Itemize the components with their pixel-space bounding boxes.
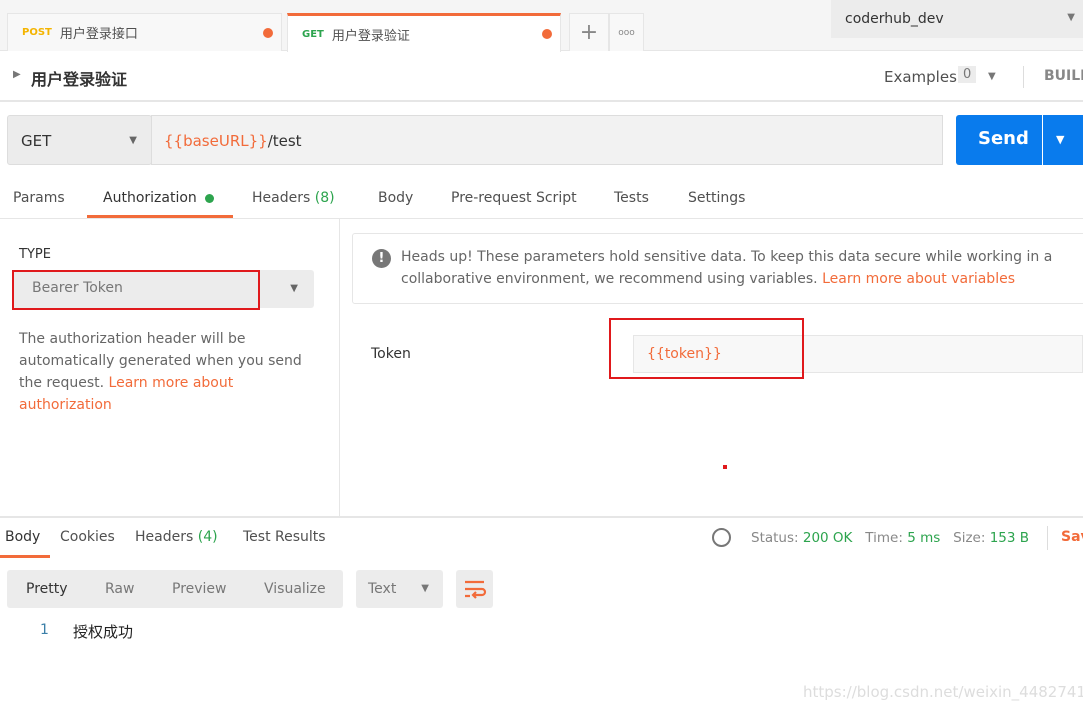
send-options-button[interactable]: ▼ [1043, 115, 1083, 165]
resp-tab-test-results[interactable]: Test Results [243, 529, 326, 545]
unsaved-dot-icon [263, 27, 273, 38]
new-tab-button[interactable]: + [569, 13, 609, 51]
divider [1023, 66, 1024, 88]
time-label: Time: [865, 530, 903, 546]
view-raw[interactable]: Raw [105, 581, 134, 597]
tab-title: 用户登录接口 [59, 27, 138, 42]
tab-params[interactable]: Params [13, 190, 65, 206]
active-dot-icon [205, 194, 214, 203]
view-preview[interactable]: Preview [172, 581, 227, 597]
tab-body[interactable]: Body [378, 190, 413, 206]
format-select[interactable]: Text ▼ [356, 570, 443, 608]
active-tab-indicator [0, 555, 50, 558]
highlight-box [12, 270, 260, 310]
send-button[interactable]: Send [956, 115, 1042, 165]
environment-name: coderhub_dev [845, 11, 944, 27]
divider [339, 219, 340, 517]
caret-right-icon[interactable]: ▶ [13, 69, 21, 80]
chevron-down-icon[interactable]: ▼ [988, 71, 996, 82]
tab-headers[interactable]: Headers (8) [252, 190, 335, 206]
tab-prerequest-script[interactable]: Pre-request Script [451, 190, 577, 206]
view-visualize[interactable]: Visualize [264, 581, 326, 597]
notice-text: Heads up! These parameters hold sensitiv… [401, 246, 1083, 290]
type-label: TYPE [19, 247, 51, 262]
active-tab-indicator [87, 215, 233, 218]
tab-label: Headers [135, 529, 194, 545]
format-value: Text [368, 581, 397, 597]
divider [1047, 526, 1048, 550]
resp-tab-body[interactable]: Body [5, 529, 40, 545]
environment-select[interactable]: coderhub_dev ▼ [831, 0, 1083, 38]
save-response-button[interactable]: Save [1061, 529, 1083, 545]
resp-tab-cookies[interactable]: Cookies [60, 529, 115, 545]
wrap-lines-button[interactable] [456, 570, 493, 608]
method-select[interactable]: GET ▼ [7, 115, 152, 165]
tab-tests[interactable]: Tests [614, 190, 649, 206]
resp-tab-headers[interactable]: Headers (4) [135, 529, 218, 545]
examples-button[interactable]: Examples [884, 68, 957, 86]
method-label: GET [302, 28, 324, 40]
info-icon: ! [372, 249, 391, 268]
unsaved-dot-icon [542, 29, 552, 39]
size-label: Size: [953, 530, 986, 546]
red-mark [723, 465, 727, 469]
learn-more-variables-link[interactable]: Learn more about variables [822, 271, 1015, 287]
url-variable: {{baseURL}} [164, 132, 268, 150]
view-pretty[interactable]: Pretty [26, 581, 68, 597]
time-value: 5 ms [907, 530, 941, 546]
more-icon: ooo [618, 27, 635, 38]
tab-authorization[interactable]: Authorization [103, 190, 197, 206]
headers-count: (4) [197, 529, 218, 545]
line-number: 1 [40, 622, 49, 638]
build-tab[interactable]: BUILD [1044, 68, 1083, 84]
response-body-text: 授权成功 [73, 623, 134, 641]
divider [0, 516, 1083, 518]
tab-get-verify[interactable]: GET 用户登录验证 [287, 13, 561, 52]
globe-icon[interactable] [712, 528, 731, 547]
examples-count: 0 [958, 66, 977, 83]
status-value: 200 OK [802, 530, 853, 546]
auth-description: The authorization header will be automat… [19, 328, 319, 416]
chevron-down-icon: ▼ [290, 283, 298, 294]
headers-count: (8) [314, 190, 335, 206]
tab-label: Headers [252, 190, 311, 206]
tab-settings[interactable]: Settings [688, 190, 745, 206]
chevron-down-icon: ▼ [1056, 133, 1065, 146]
divider [0, 218, 1083, 219]
url-input[interactable]: {{baseURL}}/test [151, 115, 943, 165]
more-tabs-button[interactable]: ooo [609, 13, 644, 51]
chevron-down-icon: ▼ [1067, 12, 1075, 23]
watermark: https://blog.csdn.net/weixin_44827418 [803, 683, 1083, 701]
response-meta: Status: 200 OK Time: 5 ms Size: 153 B [751, 530, 1029, 546]
method-label: POST [22, 27, 52, 38]
plus-icon: + [579, 20, 599, 45]
chevron-down-icon: ▼ [129, 135, 137, 146]
method-value: GET [21, 132, 52, 150]
status-label: Status: [751, 530, 799, 546]
url-path: /test [267, 132, 302, 150]
token-label: Token [371, 346, 411, 362]
size-value: 153 B [989, 530, 1030, 546]
request-name[interactable]: 用户登录验证 [31, 66, 127, 90]
chevron-down-icon: ▼ [421, 583, 429, 594]
wrap-icon [465, 580, 487, 599]
tab-title: 用户登录验证 [331, 28, 410, 44]
tab-post-login[interactable]: POST 用户登录接口 [7, 13, 282, 51]
highlight-box [609, 318, 804, 379]
